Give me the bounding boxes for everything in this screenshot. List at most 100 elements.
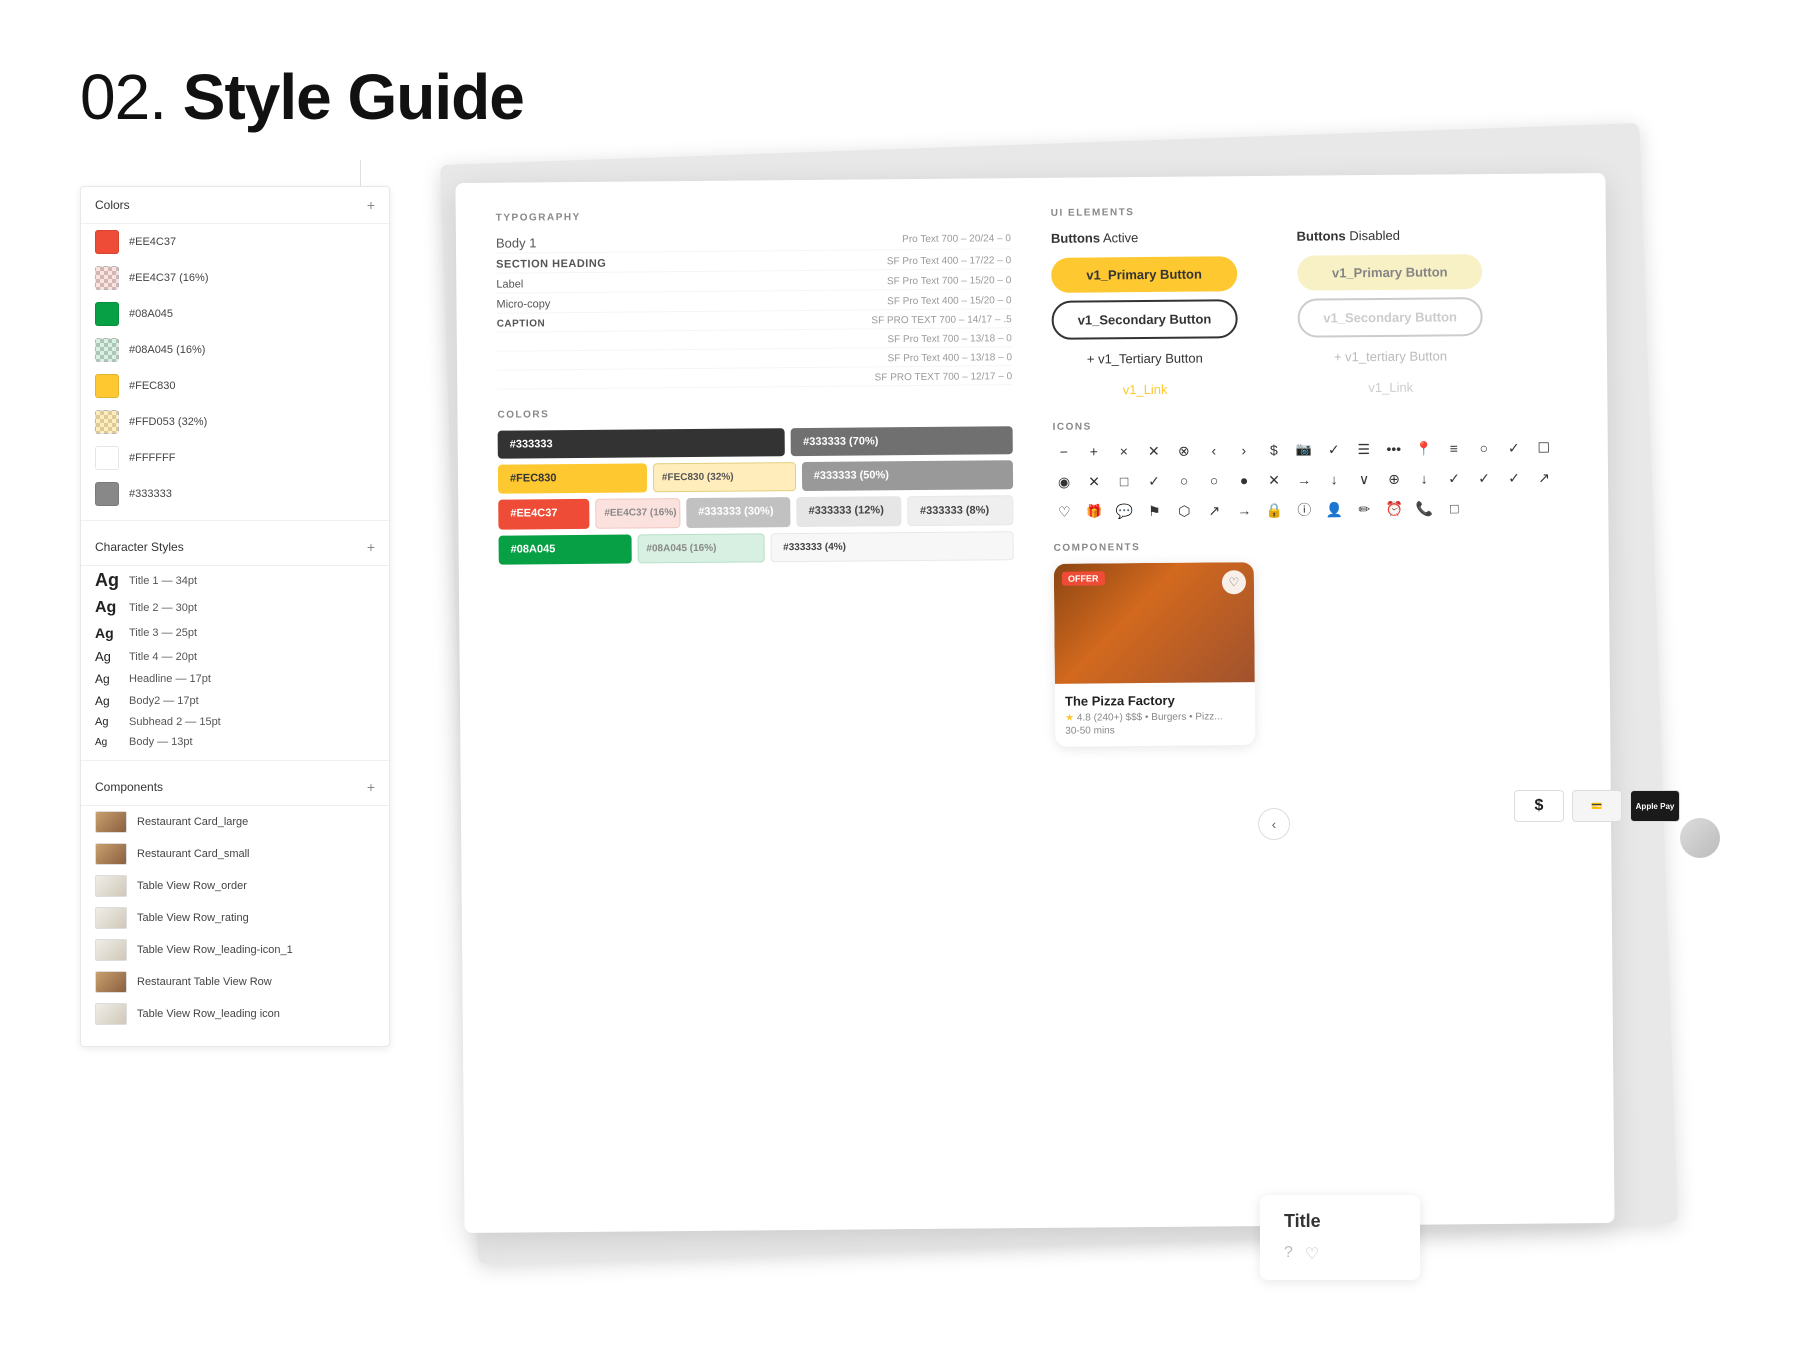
heart-icon-bottom[interactable]: ♡ [1305, 1244, 1319, 1264]
chip-gray30: #333333 (30%) [686, 497, 791, 528]
btn-tertiary-disabled[interactable]: + v1_tertiary Button [1298, 344, 1484, 369]
color-item-08a045[interactable]: #08A045 [81, 296, 389, 332]
heart-button[interactable]: ♡ [1222, 570, 1246, 594]
btn-secondary-active[interactable]: v1_Secondary Button [1051, 299, 1237, 340]
comp-label-tr-leading-icon: Table View Row_leading icon [137, 1008, 280, 1020]
payment-credit-card[interactable]: 💳 [1572, 790, 1622, 822]
buttons-disabled-strong: Buttons [1297, 228, 1346, 243]
comp-thumb-tr-leading-icon [95, 1003, 127, 1025]
color-item-08a045-16[interactable]: #08A045 (16%) [81, 332, 389, 368]
chip-gray4: #333333 (4%) [770, 531, 1014, 562]
comp-table-row-order[interactable]: Table View Row_order [81, 870, 389, 902]
char-label-title1: Title 1 — 34pt [129, 575, 197, 587]
components-sg-title: Components [1054, 538, 1569, 553]
typo-micro: Micro-copy SF Pro Text 400 – 15/20 – 0 [496, 292, 1011, 313]
typography-title: TYPOGRAPHY [496, 208, 1011, 223]
restaurant-name: The Pizza Factory [1065, 692, 1245, 709]
typo-micro-label: Micro-copy [496, 298, 550, 310]
comp-table-row-rating[interactable]: Table View Row_rating [81, 902, 389, 934]
icon-menu: ☰ [1353, 438, 1375, 460]
colors-row-3: #EE4C37 #EE4C37 (16%) #333333 (30%) #333… [498, 495, 1013, 529]
char-style-title2[interactable]: Ag Title 2 — 30pt [81, 595, 389, 621]
color-label-red: #EE4C37 [129, 236, 176, 248]
page-title: 02. Style Guide [80, 60, 524, 134]
components-add-icon[interactable]: + [367, 779, 375, 795]
payment-cards-row: $ 💳 Apple Pay [1514, 790, 1680, 822]
btn-link-active[interactable]: v1_Link [1052, 377, 1238, 402]
char-label-subhead: Subhead 2 — 15pt [129, 716, 221, 728]
bottom-panel-icons: ? ♡ [1284, 1244, 1396, 1264]
icon-circle2: ○ [1173, 470, 1195, 492]
color-item-ee4c37[interactable]: #EE4C37 [81, 224, 389, 260]
card-image: OFFER ♡ [1054, 562, 1255, 684]
typo-label: Label SF Pro Text 700 – 15/20 – 0 [496, 272, 1011, 293]
char-styles-add-icon[interactable]: + [367, 539, 375, 555]
icon-arrow-right: → [1293, 469, 1315, 491]
color-item-ffd053[interactable]: #FFD053 (32%) [81, 404, 389, 440]
icon-layers: ⬡ [1173, 500, 1195, 522]
chip-yellow: #FEC830 [498, 463, 647, 493]
icon-list: ≡ [1443, 437, 1465, 459]
char-style-title3[interactable]: Ag Title 3 — 25pt [81, 621, 389, 645]
btn-primary-disabled[interactable]: v1_Primary Button [1297, 254, 1483, 291]
icon-dollar: $ [1263, 439, 1285, 461]
buttons-disabled-group: Buttons Disabled v1_Primary Button v1_Se… [1297, 227, 1484, 400]
char-ag-title2: Ag [95, 599, 117, 617]
page-title-area: 02. Style Guide [80, 60, 524, 134]
btn-tertiary-active[interactable]: + v1_Tertiary Button [1052, 346, 1238, 371]
colors-sg-title: COLORS [497, 405, 1012, 420]
nav-arrow-left[interactable]: ‹ [1258, 808, 1290, 840]
color-item-ffffff[interactable]: #FFFFFF [81, 440, 389, 476]
char-style-body2[interactable]: Ag Body2 — 17pt [81, 690, 389, 712]
icon-arrow-down: ↓ [1323, 468, 1345, 490]
color-swatch-gray [95, 482, 119, 506]
comp-label-tr-rating: Table View Row_rating [137, 912, 249, 924]
typo-caption-label: CAPTION [497, 318, 546, 329]
comp-table-row-leading1[interactable]: Table View Row_leading-icon_1 [81, 934, 389, 966]
color-item-333333[interactable]: #333333 [81, 476, 389, 512]
icon-circle-x: ⊗ [1173, 440, 1195, 462]
icon-heart: ♡ [1053, 501, 1075, 523]
sg-right-col: UI ELEMENTS Buttons Active v1_Primary Bu… [1051, 203, 1575, 1197]
typo-micro-spec: SF Pro Text 400 – 15/20 – 0 [887, 295, 1011, 307]
icon-share: ↗ [1203, 499, 1225, 521]
colors-grid: #333333 #333333 (70%) #FEC830 #FEC830 (3… [498, 426, 1014, 564]
ui-elements-title: UI ELEMENTS [1051, 203, 1566, 218]
sg-left-col: TYPOGRAPHY Body 1 Pro Text 700 – 20/24 –… [496, 208, 1020, 1202]
icon-pin: 📍 [1413, 438, 1435, 460]
icon-clock: ⏰ [1383, 498, 1405, 520]
char-style-title4[interactable]: Ag Title 4 — 20pt [81, 645, 389, 668]
payment-apple-pay[interactable]: Apple Pay [1630, 790, 1680, 822]
buttons-disabled-title: Buttons Disabled [1297, 227, 1483, 244]
colors-add-icon[interactable]: + [367, 197, 375, 213]
char-style-subhead[interactable]: Ag Subhead 2 — 15pt [81, 712, 389, 732]
colors-label: Colors [95, 198, 130, 212]
icon-forward: → [1233, 499, 1255, 521]
comp-restaurant-table-row[interactable]: Restaurant Table View Row [81, 966, 389, 998]
btn-secondary-disabled[interactable]: v1_Secondary Button [1297, 297, 1483, 338]
color-item-fec830[interactable]: #FEC830 [81, 368, 389, 404]
comp-restaurant-card-small[interactable]: Restaurant Card_small [81, 838, 389, 870]
question-icon[interactable]: ? [1284, 1244, 1293, 1264]
icon-tick1: ✓ [1443, 467, 1465, 489]
color-item-ee4c37-16[interactable]: #EE4C37 (16%) [81, 260, 389, 296]
payment-dollar[interactable]: $ [1514, 790, 1564, 822]
char-style-body[interactable]: Ag Body — 13pt [81, 732, 389, 752]
char-style-headline[interactable]: Ag Headline — 17pt [81, 668, 389, 690]
color-swatch-green [95, 302, 119, 326]
comp-table-row-leading-icon[interactable]: Table View Row_leading icon [81, 998, 389, 1030]
color-swatch-red-16 [95, 266, 119, 290]
left-panel: Colors + #EE4C37 #EE4C37 (16%) #08A045 #… [80, 186, 390, 1047]
comp-restaurant-card-large[interactable]: Restaurant Card_large [81, 806, 389, 838]
char-ag-subhead: Ag [95, 716, 117, 728]
color-label-white: #FFFFFF [129, 452, 175, 464]
typo-700-13-18: SF Pro Text 700 – 13/18 – 0 [497, 331, 1012, 351]
icon-camera: 📷 [1293, 439, 1315, 461]
color-label-green: #08A045 [129, 308, 173, 320]
btn-link-disabled[interactable]: v1_Link [1298, 375, 1484, 400]
char-style-title1[interactable]: Ag Title 1 — 34pt [81, 566, 389, 595]
icons-section: Icons − + × ✕ ⊗ ‹ › $ 📷 ✓ ☰ ••• 📍 ≡ ○ [1053, 417, 1569, 522]
comp-label-tr-order: Table View Row_order [137, 880, 247, 892]
icon-check3: ✓ [1143, 470, 1165, 492]
btn-primary-active[interactable]: v1_Primary Button [1051, 256, 1237, 293]
